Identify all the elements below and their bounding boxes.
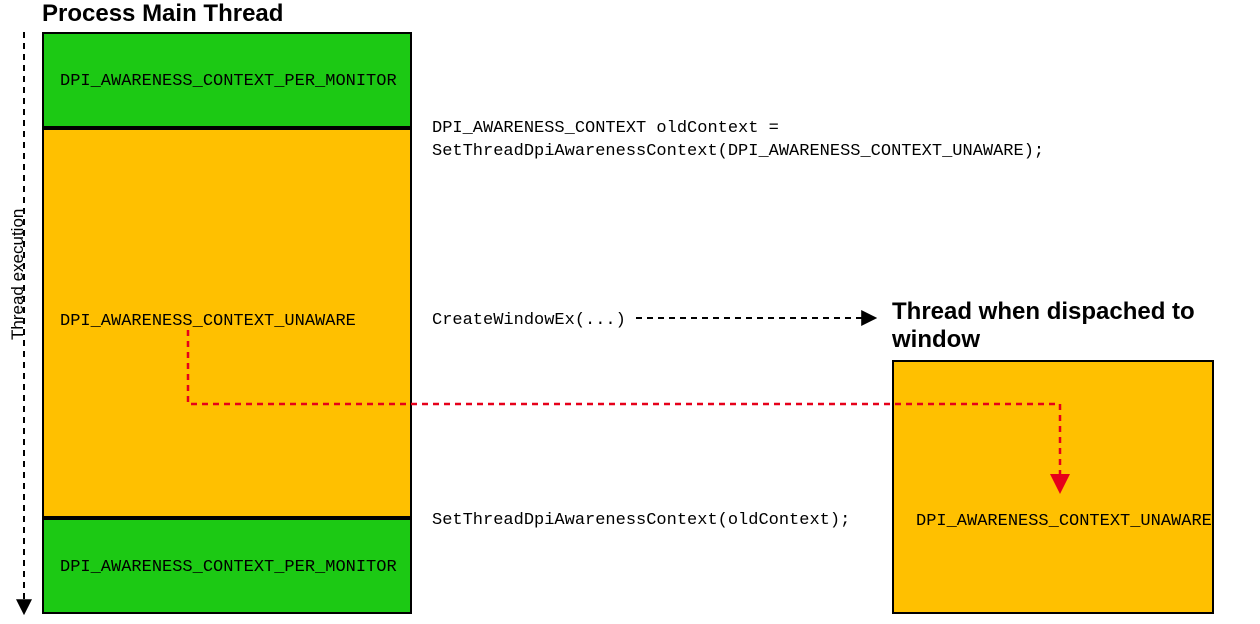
block-unaware-label: DPI_AWARENESS_CONTEXT_UNAWARE [60, 312, 356, 331]
code-set-context-unaware: DPI_AWARENESS_CONTEXT oldContext = SetTh… [432, 118, 1044, 164]
block-per-monitor-top-label: DPI_AWARENESS_CONTEXT_PER_MONITOR [60, 72, 397, 91]
code-set-context-restore: SetThreadDpiAwarenessContext(oldContext)… [432, 510, 850, 533]
title-window-thread: Thread when dispached to window [892, 298, 1222, 353]
block-per-monitor-bottom-label: DPI_AWARENESS_CONTEXT_PER_MONITOR [60, 558, 397, 577]
block-per-monitor-top: DPI_AWARENESS_CONTEXT_PER_MONITOR [42, 32, 412, 128]
axis-label: Thread execution [8, 209, 28, 340]
title-main-thread: Process Main Thread [42, 0, 283, 28]
code-create-window: CreateWindowEx(...) [432, 310, 626, 333]
block-unaware: DPI_AWARENESS_CONTEXT_UNAWARE [42, 128, 412, 518]
window-context-label: DPI_AWARENESS_CONTEXT_UNAWARE [916, 512, 1212, 531]
window-context-box: DPI_AWARENESS_CONTEXT_UNAWARE [892, 360, 1214, 614]
block-per-monitor-bottom: DPI_AWARENESS_CONTEXT_PER_MONITOR [42, 518, 412, 614]
